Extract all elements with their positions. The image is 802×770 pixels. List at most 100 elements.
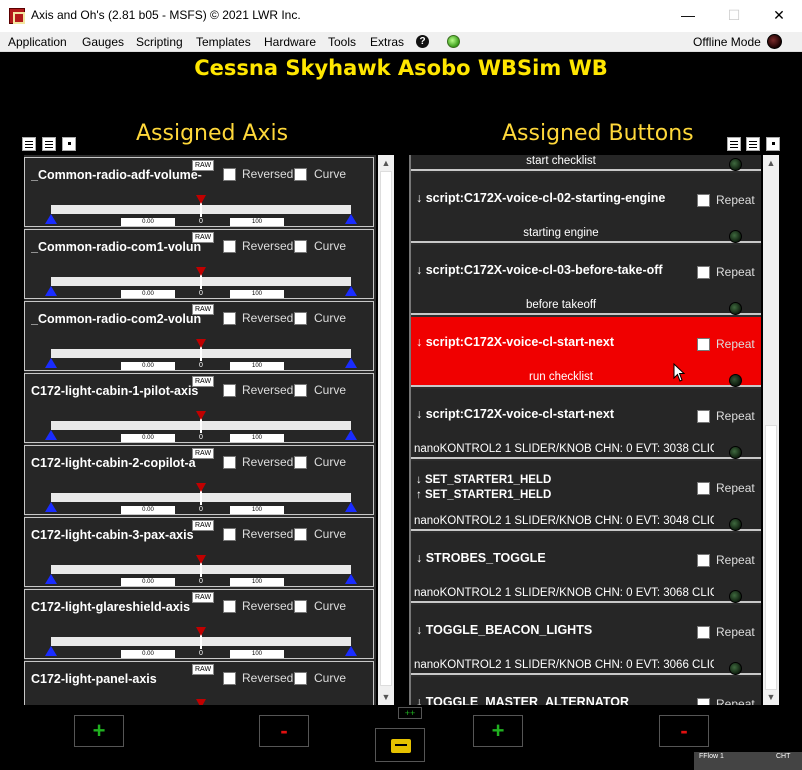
axis-min-value[interactable]: 0.00 <box>121 434 175 442</box>
raw-badge[interactable]: RAW <box>192 376 215 387</box>
axis-max-handle[interactable] <box>345 502 357 512</box>
curve-checkbox[interactable] <box>294 456 307 469</box>
axis-max-handle[interactable] <box>345 286 357 296</box>
menu-scripting[interactable]: Scripting <box>136 35 183 49</box>
maximize-button[interactable]: ☐ <box>711 0 757 32</box>
add-button-button[interactable]: + <box>473 715 523 747</box>
axis-min-handle[interactable] <box>45 286 57 296</box>
raw-badge[interactable]: RAW <box>192 664 215 675</box>
axis-max-value[interactable]: 100 <box>230 290 284 298</box>
axis-max-value[interactable]: 100 <box>230 434 284 442</box>
add-axis-button[interactable]: + <box>74 715 124 747</box>
expand-button[interactable]: ++ <box>398 707 422 719</box>
axis-max-handle[interactable] <box>345 574 357 584</box>
reversed-checkbox[interactable] <box>223 384 236 397</box>
repeat-checkbox[interactable] <box>697 626 710 639</box>
axis-item[interactable]: _Common-radio-com1-volun RAW Reversed Cu… <box>24 229 374 299</box>
axis-min-value[interactable]: 0.00 <box>121 290 175 298</box>
axis-max-value[interactable]: 100 <box>230 578 284 586</box>
curve-checkbox[interactable] <box>294 240 307 253</box>
axis-min-value[interactable]: 0.00 <box>121 578 175 586</box>
list-view-icon[interactable] <box>22 137 36 151</box>
close-button[interactable]: ✕ <box>756 0 802 32</box>
axis-item[interactable]: C172-light-panel-axis RAW Reversed Curve <box>24 661 374 705</box>
axis-max-handle[interactable] <box>345 214 357 224</box>
list-view-icon[interactable] <box>727 137 741 151</box>
button-item[interactable]: ↓ TOGGLE_MASTER_ALTERNATOR Repeat <box>411 677 761 705</box>
axis-item[interactable]: C172-light-cabin-3-pax-axis RAW Reversed… <box>24 517 374 587</box>
scroll-down-icon[interactable]: ▼ <box>378 689 394 705</box>
button-item[interactable]: ↓ script:C172X-voice-cl-03-before-take-o… <box>411 245 761 315</box>
gauge-widget[interactable]: FFlow 1 CHT <box>694 752 802 770</box>
scrollbar-thumb[interactable] <box>380 171 392 686</box>
menu-gauges[interactable]: Gauges <box>82 35 124 49</box>
axis-item[interactable]: C172-light-glareshield-axis RAW Reversed… <box>24 589 374 659</box>
assigned-axis-list[interactable]: _Common-radio-adf-volume- RAW Reversed C… <box>24 155 376 705</box>
menu-extras[interactable]: Extras <box>370 35 404 49</box>
axis-max-value[interactable]: 100 <box>230 650 284 658</box>
repeat-checkbox[interactable] <box>697 338 710 351</box>
button-item[interactable]: ↓ script:C172X-voice-cl-02-starting-engi… <box>411 173 761 243</box>
button-item-active[interactable]: ↓ script:C172X-voice-cl-start-next Repea… <box>411 317 761 387</box>
compact-view-icon[interactable] <box>766 137 780 151</box>
axis-item[interactable]: C172-light-cabin-1-pilot-axis RAW Revers… <box>24 373 374 443</box>
remove-axis-button[interactable]: - <box>259 715 309 747</box>
axis-min-handle[interactable] <box>45 502 57 512</box>
compact-view-icon[interactable] <box>62 137 76 151</box>
detail-view-icon[interactable] <box>42 137 56 151</box>
button-item[interactable]: ↓ STROBES_TOGGLE Repeat nanoKONTROL2 1 S… <box>411 533 761 603</box>
scroll-down-icon[interactable]: ▼ <box>763 689 779 705</box>
curve-checkbox[interactable] <box>294 384 307 397</box>
axis-item[interactable]: _Common-radio-com2-volun RAW Reversed Cu… <box>24 301 374 371</box>
scrollbar-thumb[interactable] <box>765 425 777 690</box>
reversed-checkbox[interactable] <box>223 240 236 253</box>
axis-max-value[interactable]: 100 <box>230 506 284 514</box>
axis-max-handle[interactable] <box>345 646 357 656</box>
repeat-checkbox[interactable] <box>697 482 710 495</box>
buttons-list-scrollbar[interactable]: ▲ ▼ <box>763 155 779 705</box>
scroll-up-icon[interactable]: ▲ <box>378 155 394 171</box>
axis-item[interactable]: C172-light-cabin-2-copilot-a RAW Reverse… <box>24 445 374 515</box>
axis-min-value[interactable]: 0.00 <box>121 650 175 658</box>
reversed-checkbox[interactable] <box>223 456 236 469</box>
button-item[interactable]: ↓ script:C172X-voice-cl-start-next Repea… <box>411 389 761 459</box>
print-button[interactable] <box>375 728 425 762</box>
button-item[interactable]: ↓ TOGGLE_BEACON_LIGHTS Repeat nanoKONTRO… <box>411 605 761 675</box>
curve-checkbox[interactable] <box>294 312 307 325</box>
raw-badge[interactable]: RAW <box>192 232 215 243</box>
button-item[interactable]: start checklist <box>411 155 761 171</box>
minimize-button[interactable]: — <box>665 0 711 32</box>
axis-max-value[interactable]: 100 <box>230 362 284 370</box>
axis-min-handle[interactable] <box>45 430 57 440</box>
menu-application[interactable]: Application <box>8 35 67 49</box>
menu-hardware[interactable]: Hardware <box>264 35 316 49</box>
axis-min-value[interactable]: 0.00 <box>121 362 175 370</box>
axis-max-handle[interactable] <box>345 358 357 368</box>
axis-min-handle[interactable] <box>45 214 57 224</box>
axis-min-handle[interactable] <box>45 646 57 656</box>
axis-min-value[interactable]: 0.00 <box>121 218 175 226</box>
reversed-checkbox[interactable] <box>223 600 236 613</box>
axis-max-handle[interactable] <box>345 430 357 440</box>
axis-min-value[interactable]: 0.00 <box>121 506 175 514</box>
assigned-buttons-list[interactable]: start checklist ↓ script:C172X-voice-cl-… <box>409 155 761 705</box>
scroll-up-icon[interactable]: ▲ <box>763 155 779 171</box>
curve-checkbox[interactable] <box>294 168 307 181</box>
repeat-checkbox[interactable] <box>697 194 710 207</box>
raw-badge[interactable]: RAW <box>192 448 215 459</box>
axis-item[interactable]: _Common-radio-adf-volume- RAW Reversed C… <box>24 157 374 227</box>
remove-button-button[interactable]: - <box>659 715 709 747</box>
reversed-checkbox[interactable] <box>223 312 236 325</box>
curve-checkbox[interactable] <box>294 528 307 541</box>
repeat-checkbox[interactable] <box>697 266 710 279</box>
raw-badge[interactable]: RAW <box>192 520 215 531</box>
axis-min-handle[interactable] <box>45 574 57 584</box>
menu-templates[interactable]: Templates <box>196 35 251 49</box>
curve-checkbox[interactable] <box>294 672 307 685</box>
detail-view-icon[interactable] <box>746 137 760 151</box>
raw-badge[interactable]: RAW <box>192 160 215 171</box>
repeat-checkbox[interactable] <box>697 410 710 423</box>
repeat-checkbox[interactable] <box>697 698 710 705</box>
raw-badge[interactable]: RAW <box>192 592 215 603</box>
repeat-checkbox[interactable] <box>697 554 710 567</box>
